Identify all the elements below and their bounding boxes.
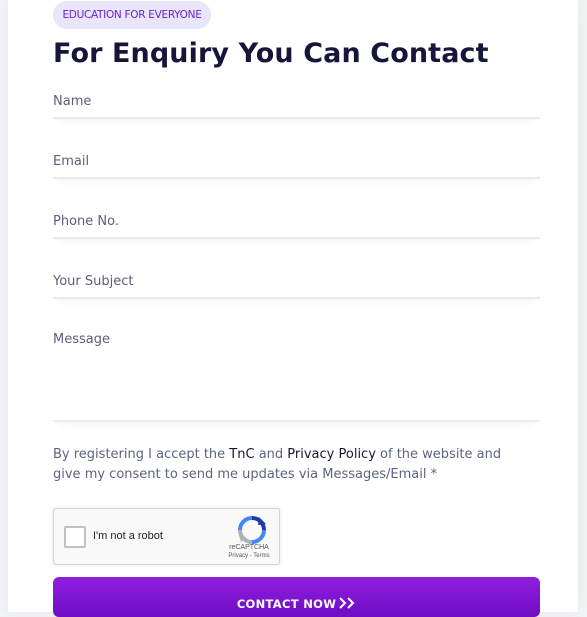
tnc-link[interactable]: TnC [229,447,254,462]
phone-field-wrap [53,205,540,239]
double-chevron-right-icon [339,596,355,609]
privacy-policy-link[interactable]: Privacy Policy [287,447,376,462]
recaptcha-widget: I'm not a robot reCAPTCHA Privacy - Term… [53,508,280,565]
phone-input[interactable] [53,205,540,237]
name-field-wrap [53,85,540,119]
page-title: For Enquiry You Can Contact [53,38,489,69]
name-input[interactable] [53,85,540,117]
consent-and: and [254,447,288,462]
consent-prefix: By registering I accept the [53,447,230,462]
recaptcha-terms-links[interactable]: Privacy - Terms [222,553,276,559]
message-field-wrap [53,326,540,422]
recaptcha-logo-icon [238,516,266,544]
contact-now-label: CONTACT NOW [236,596,337,611]
message-textarea[interactable] [53,326,540,420]
subject-input[interactable] [53,265,540,297]
recaptcha-brand: reCAPTCHA [229,544,269,551]
contact-now-button[interactable]: CONTACT NOW [53,577,540,617]
recaptcha-label: I'm not a robot [93,530,163,542]
email-field-wrap [53,145,540,179]
consent-text: By registering I accept the TnC and Priv… [53,445,523,485]
recaptcha-checkbox[interactable] [64,526,86,548]
email-input[interactable] [53,145,540,177]
category-badge: EDUCATION FOR EVERYONE [53,1,211,29]
subject-field-wrap [53,265,540,299]
